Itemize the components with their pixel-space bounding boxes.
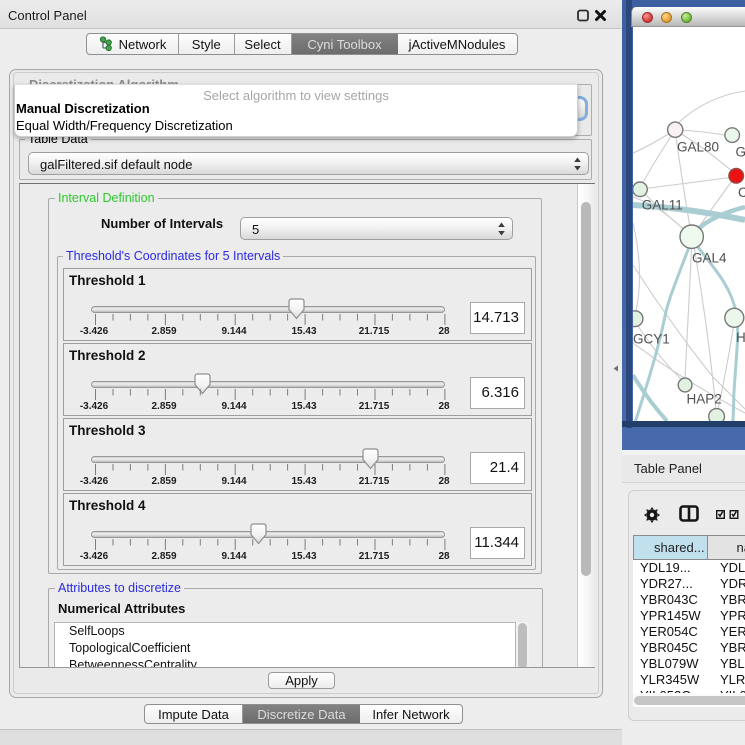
svg-text:C: C [738, 185, 745, 200]
svg-text:GAL11: GAL11 [642, 197, 683, 212]
svg-text:GAL80: GAL80 [677, 139, 719, 154]
svg-text:G.: G. [736, 144, 745, 159]
svg-text:HAP2: HAP2 [687, 391, 722, 406]
svg-text:GAL4: GAL4 [692, 250, 727, 265]
svg-text:H: H [736, 330, 745, 345]
svg-text:GCY1: GCY1 [633, 332, 670, 347]
